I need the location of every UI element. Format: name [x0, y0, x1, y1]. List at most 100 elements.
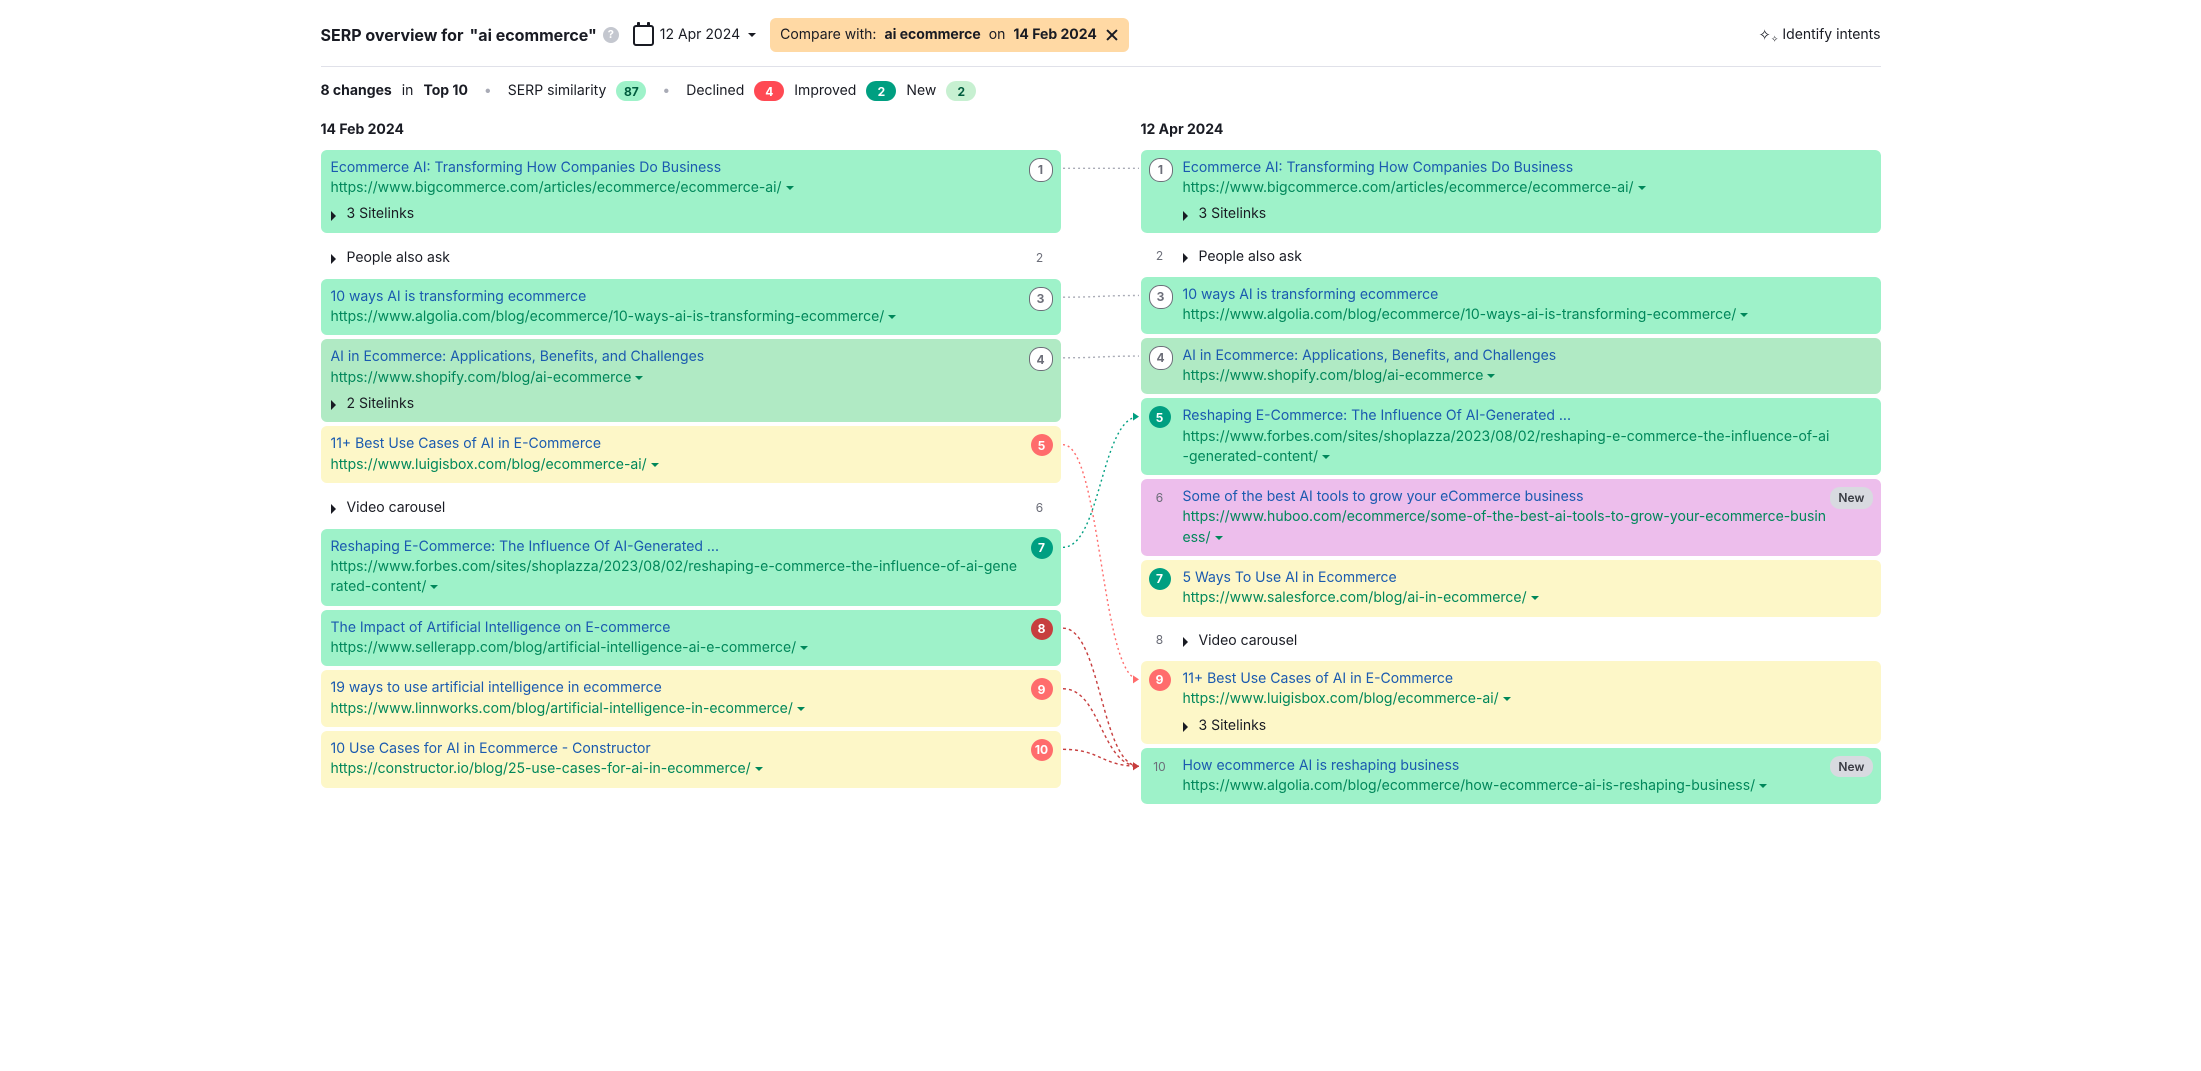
result-title[interactable]: 10 ways AI is transforming ecommerce: [331, 287, 1019, 307]
rank-badge: 1: [1149, 158, 1173, 182]
result-url[interactable]: https://www.luigisbox.com/blog/ecommerce…: [1183, 689, 1833, 709]
result-url-text: https://www.algolia.com/blog/ecommerce/1…: [1183, 306, 1737, 323]
serp-feature-row[interactable]: People also ask2: [321, 237, 1061, 279]
result-url[interactable]: https://www.algolia.com/blog/ecommerce/1…: [1183, 305, 1833, 325]
serp-feature-row[interactable]: Video carousel6: [321, 487, 1061, 529]
compare-term: ai ecommerce: [884, 25, 980, 45]
result-title[interactable]: 10 Use Cases for AI in Ecommerce - Const…: [331, 739, 1019, 759]
chevron-down-icon: [1487, 374, 1495, 382]
result-row[interactable]: 10 How ecommerce AI is reshaping business…: [1141, 748, 1881, 805]
date-selector[interactable]: 12 Apr 2024: [633, 25, 756, 46]
result-row[interactable]: 4AI in Ecommerce: Applications, Benefits…: [321, 339, 1061, 422]
result-row[interactable]: 911+ Best Use Cases of AI in E-Commerceh…: [1141, 661, 1881, 744]
result-url[interactable]: https://www.bigcommerce.com/articles/eco…: [1183, 178, 1833, 198]
sitelinks-expander[interactable]: 2 Sitelinks: [331, 394, 1019, 414]
result-row[interactable]: 1 Ecommerce AI: Transforming How Companie…: [1141, 150, 1881, 233]
result-title[interactable]: 11+ Best Use Cases of AI in E-Commerce: [331, 434, 1019, 454]
result-title[interactable]: Ecommerce AI: Transforming How Companies…: [331, 158, 1019, 178]
expand-triangle-icon: [331, 504, 341, 514]
rank-badge: 7: [1149, 568, 1171, 590]
result-url[interactable]: https://www.algolia.com/blog/ecommerce/1…: [331, 307, 1019, 327]
expand-triangle-icon: [1183, 253, 1193, 263]
result-title[interactable]: Some of the best AI tools to grow your e…: [1183, 487, 1833, 507]
result-title[interactable]: AI in Ecommerce: Applications, Benefits,…: [331, 347, 1019, 367]
chevron-down-icon: [651, 463, 659, 471]
right-column: 12 Apr 2024 1 Ecommerce AI: Transforming …: [1101, 116, 1881, 809]
changes-scope: Top 10: [423, 81, 467, 101]
result-url-text: https://www.huboo.com/ecommerce/some-of-…: [1183, 508, 1827, 545]
result-url[interactable]: https://www.linnworks.com/blog/artificia…: [331, 699, 1019, 719]
rank-badge: 5: [1149, 406, 1171, 428]
rank-badge: 2: [1149, 245, 1171, 267]
result-title[interactable]: The Impact of Artificial Intelligence on…: [331, 618, 1019, 638]
sitelinks-expander[interactable]: 3 Sitelinks: [1183, 204, 1833, 224]
result-url[interactable]: https://www.salesforce.com/blog/ai-in-ec…: [1183, 588, 1833, 608]
result-row[interactable]: 5 Reshaping E-Commerce: The Influence Of …: [1141, 398, 1881, 475]
result-title[interactable]: Reshaping E-Commerce: The Influence Of A…: [331, 537, 1019, 557]
serp-feature-row[interactable]: 2People also ask: [1141, 237, 1881, 277]
rank-badge: 3: [1029, 287, 1053, 311]
rank-badge: 10: [1149, 756, 1171, 778]
result-url[interactable]: https://www.bigcommerce.com/articles/eco…: [331, 178, 1019, 198]
rank-badge: 5: [1031, 434, 1053, 456]
result-url-text: https://www.bigcommerce.com/articles/eco…: [331, 179, 782, 196]
result-url-text: https://www.forbes.com/sites/shoplazza/2…: [1183, 428, 1830, 465]
expander-label: 2 Sitelinks: [347, 394, 415, 414]
result-row[interactable]: 8The Impact of Artificial Intelligence o…: [321, 610, 1061, 667]
result-url-text: https://www.algolia.com/blog/ecommerce/h…: [1183, 777, 1756, 794]
result-title[interactable]: How ecommerce AI is reshaping business: [1183, 756, 1833, 776]
result-row[interactable]: 919 ways to use artificial intelligence …: [321, 670, 1061, 727]
result-url[interactable]: https://www.shopify.com/blog/ai-ecommerc…: [1183, 366, 1833, 386]
sitelinks-expander[interactable]: 3 Sitelinks: [331, 204, 1019, 224]
right-column-header: 12 Apr 2024: [1141, 116, 1881, 150]
result-body: Ecommerce AI: Transforming How Companies…: [1183, 158, 1833, 225]
result-url[interactable]: https://www.algolia.com/blog/ecommerce/h…: [1183, 776, 1833, 796]
result-url[interactable]: https://www.forbes.com/sites/shoplazza/2…: [331, 557, 1019, 598]
result-url[interactable]: https://www.shopify.com/blog/ai-ecommerc…: [331, 368, 1019, 388]
identify-intents-button[interactable]: Identify intents: [1760, 25, 1880, 45]
result-title[interactable]: 10 ways AI is transforming ecommerce: [1183, 285, 1833, 305]
result-url[interactable]: https://constructor.io/blog/25-use-cases…: [331, 759, 1019, 779]
result-url[interactable]: https://www.huboo.com/ecommerce/some-of-…: [1183, 507, 1833, 548]
compare-date: 14 Feb 2024: [1013, 25, 1096, 45]
result-row[interactable]: 4AI in Ecommerce: Applications, Benefits…: [1141, 338, 1881, 395]
result-row[interactable]: 7Reshaping E-Commerce: The Influence Of …: [321, 529, 1061, 606]
chevron-down-icon: [1503, 697, 1511, 705]
result-title[interactable]: Ecommerce AI: Transforming How Companies…: [1183, 158, 1833, 178]
result-row[interactable]: 3 10 ways AI is transforming ecommercehtt…: [321, 279, 1061, 336]
result-url-text: https://www.shopify.com/blog/ai-ecommerc…: [331, 369, 632, 386]
chevron-down-icon: [797, 707, 805, 715]
result-row[interactable]: 6Some of the best AI tools to grow your …: [1141, 479, 1881, 556]
result-row[interactable]: 5 11+ Best Use Cases of AI in E-Commerce h…: [321, 426, 1061, 483]
result-url[interactable]: https://www.sellerapp.com/blog/artificia…: [331, 638, 1019, 658]
result-title[interactable]: AI in Ecommerce: Applications, Benefits,…: [1183, 346, 1833, 366]
result-url-text: https://www.shopify.com/blog/ai-ecommerc…: [1183, 367, 1484, 384]
new-label: New: [906, 81, 936, 101]
result-body: 11+ Best Use Cases of AI in E-Commerceht…: [1183, 669, 1833, 736]
result-row[interactable]: 7 5 Ways To Use AI in Ecommercehttps://ww…: [1141, 560, 1881, 617]
result-body: How ecommerce AI is reshaping businessht…: [1183, 756, 1833, 797]
result-title[interactable]: 5 Ways To Use AI in Ecommerce: [1183, 568, 1833, 588]
serp-feature-row[interactable]: 8Video carousel: [1141, 621, 1881, 661]
chevron-down-icon: [800, 646, 808, 654]
sitelinks-expander[interactable]: 3 Sitelinks: [1183, 716, 1833, 736]
result-url-text: https://www.luigisbox.com/blog/ecommerce…: [331, 456, 647, 473]
result-row[interactable]: 1010 Use Cases for AI in Ecommerce - Con…: [321, 731, 1061, 788]
result-url[interactable]: https://www.forbes.com/sites/shoplazza/2…: [1183, 427, 1833, 468]
stats-bar: 8 changes in Top 10 • SERP similarity 87…: [321, 67, 1881, 109]
help-icon[interactable]: ?: [603, 27, 619, 43]
feature-label: Video carousel: [1199, 631, 1298, 651]
close-icon[interactable]: [1105, 28, 1119, 42]
rank-badge: 1: [1029, 158, 1053, 182]
identify-label: Identify intents: [1782, 25, 1880, 45]
result-title[interactable]: 11+ Best Use Cases of AI in E-Commerce: [1183, 669, 1833, 689]
result-url[interactable]: https://www.luigisbox.com/blog/ecommerce…: [331, 455, 1019, 475]
result-row[interactable]: 1 Ecommerce AI: Transforming How Companie…: [321, 150, 1061, 233]
header-bar: SERP overview for "ai ecommerce" ? 12 Ap…: [321, 18, 1881, 67]
result-title[interactable]: 19 ways to use artificial intelligence i…: [331, 678, 1019, 698]
result-body: AI in Ecommerce: Applications, Benefits,…: [331, 347, 1019, 414]
result-body: Ecommerce AI: Transforming How Companies…: [331, 158, 1019, 225]
result-title[interactable]: Reshaping E-Commerce: The Influence Of A…: [1183, 406, 1833, 426]
compare-chip[interactable]: Compare with: ai ecommerce on 14 Feb 202…: [770, 18, 1129, 52]
result-row[interactable]: 310 ways AI is transforming ecommercehtt…: [1141, 277, 1881, 334]
